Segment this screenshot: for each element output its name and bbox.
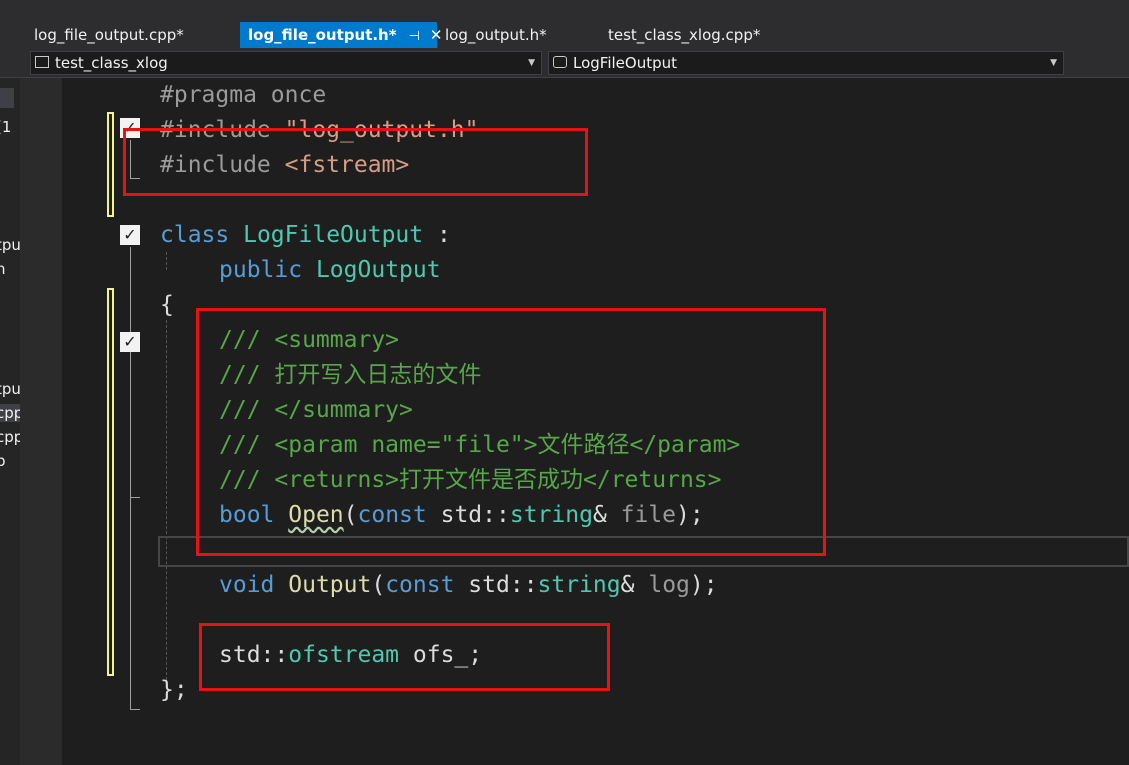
code-text: ( bbox=[371, 572, 386, 598]
keyword: class bbox=[160, 222, 230, 248]
code-line: class LogFileOutput : bbox=[160, 218, 451, 253]
highlight-box bbox=[199, 623, 610, 691]
panel-text: p bbox=[0, 452, 6, 470]
changed-lines-marker bbox=[107, 112, 114, 217]
tab-label: log_file_output.cpp* bbox=[34, 26, 184, 44]
top-toolbar-strip bbox=[0, 0, 1129, 22]
editor-gutter bbox=[20, 78, 62, 765]
changed-lines-marker bbox=[107, 288, 114, 676]
pin-icon[interactable]: ⊣ bbox=[409, 29, 420, 44]
tab-label: log_file_output.h* bbox=[248, 26, 397, 44]
code-line: { bbox=[160, 288, 174, 323]
code-text: ); bbox=[689, 572, 718, 598]
function-name: Output bbox=[288, 572, 372, 598]
code-text: { bbox=[160, 292, 174, 318]
code-line: }; bbox=[160, 673, 188, 708]
highlight-box bbox=[196, 308, 826, 556]
scope-dropdown[interactable]: test_class_xlog ▼ bbox=[30, 51, 542, 75]
indent-guide bbox=[166, 252, 167, 270]
code-text: }; bbox=[160, 677, 188, 703]
type-name: string bbox=[537, 572, 621, 598]
chevron-down-icon: ▼ bbox=[528, 58, 535, 68]
collapse-icon[interactable]: ✓ bbox=[120, 332, 140, 352]
code-line: public LogOutput bbox=[219, 253, 441, 288]
panel-text: cpp bbox=[0, 404, 20, 422]
code-text: std:: bbox=[454, 572, 538, 598]
panel-text: tpu bbox=[0, 380, 20, 398]
base-class-name: LogOutput bbox=[315, 257, 441, 283]
member-dropdown[interactable]: LogFileOutput ▼ bbox=[548, 51, 1064, 75]
fold-line-end bbox=[130, 497, 140, 498]
tab-log-file-output-h[interactable]: log_file_output.h* ⊣ ✕ bbox=[240, 22, 443, 48]
tab-test-class-xlog-cpp[interactable]: test_class_xlog.cpp* bbox=[600, 22, 800, 48]
tab-label: log_output.h* bbox=[445, 26, 547, 44]
keyword: public bbox=[219, 257, 303, 283]
navigation-bar: test_class_xlog ▼ LogFileOutput ▼ bbox=[0, 48, 1129, 78]
panel-text: (1 bbox=[0, 118, 12, 136]
keyword: const bbox=[385, 572, 455, 598]
left-side-panel: ✕ (1 tpu h tpu cpp cpp p bbox=[0, 78, 20, 765]
code-line: #pragma once bbox=[160, 78, 326, 113]
collapse-icon[interactable]: ✓ bbox=[120, 225, 140, 245]
tab-log-file-output-cpp[interactable]: log_file_output.cpp* bbox=[26, 22, 240, 48]
fold-line-end bbox=[130, 709, 140, 710]
tab-log-output-h[interactable]: log_output.h* bbox=[437, 22, 597, 48]
panel-text: cpp bbox=[0, 428, 20, 446]
preprocessor-directive: #pragma once bbox=[160, 82, 327, 108]
parameter-name: log bbox=[648, 572, 690, 598]
code-line: void Output(const std::string& log); bbox=[219, 568, 718, 603]
keyword: void bbox=[219, 572, 275, 598]
highlight-box bbox=[123, 128, 588, 196]
tab-label: test_class_xlog.cpp* bbox=[608, 26, 761, 44]
code-text: & bbox=[620, 572, 649, 598]
class-icon bbox=[553, 56, 567, 68]
panel-text: tpu bbox=[0, 236, 20, 254]
member-label: LogFileOutput bbox=[573, 54, 677, 72]
panel-text: h bbox=[0, 260, 6, 278]
panel-dropdown[interactable] bbox=[0, 88, 14, 108]
project-icon bbox=[35, 56, 49, 68]
document-tab-bar: log_file_output.cpp* log_file_output.h* ⊣… bbox=[0, 22, 1129, 48]
class-name: LogFileOutput bbox=[243, 222, 424, 248]
scope-label: test_class_xlog bbox=[55, 54, 168, 72]
indent-guide bbox=[166, 320, 167, 680]
chevron-down-icon: ▼ bbox=[1050, 58, 1057, 68]
code-text: : bbox=[423, 222, 451, 248]
fold-line bbox=[130, 247, 131, 709]
